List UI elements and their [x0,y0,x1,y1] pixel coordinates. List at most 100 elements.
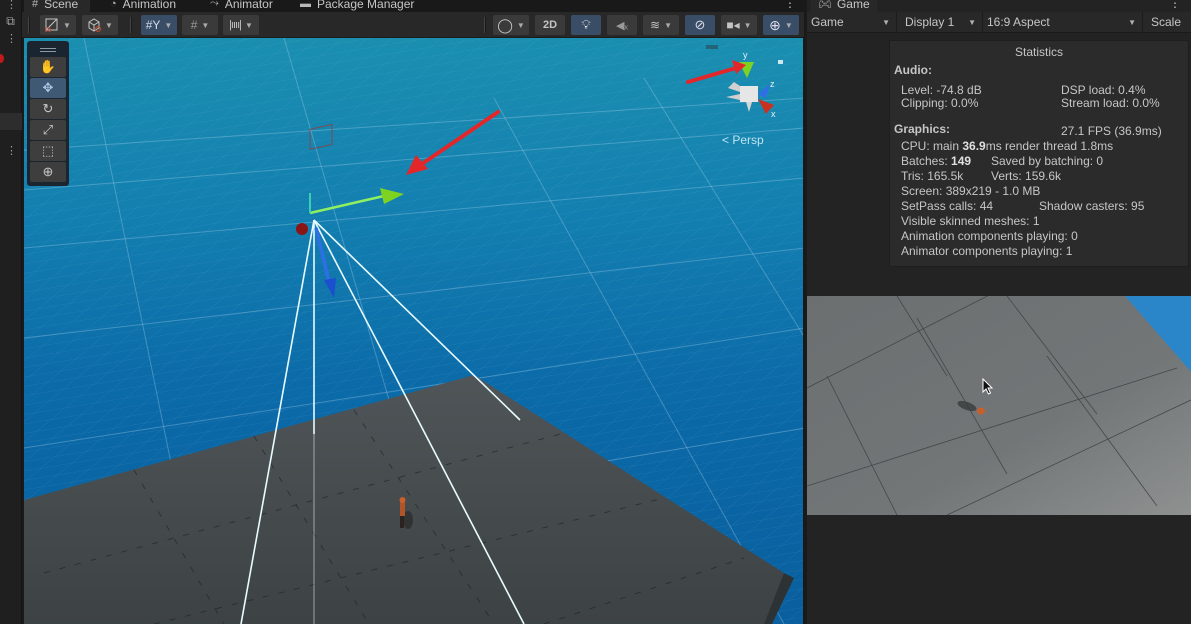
chevron-down-icon: ▼ [1128,17,1136,27]
verts-count: Verts: 159.6k [991,169,1062,183]
tab-label: Package Manager [317,0,415,11]
camera-object[interactable] [296,223,308,235]
maximize-icon[interactable]: ⧉ [3,14,18,29]
chevron-down-icon: ▼ [245,20,253,30]
lightbulb-icon: 💡︎ [581,17,591,32]
tab-label: Scene [44,0,79,11]
sphere-shading-icon: ◯ [497,16,513,33]
grid-hash-icon: # [32,0,39,10]
chevron-down-icon: ▼ [105,20,113,30]
transform-tool-button[interactable]: ⊕ [30,162,66,182]
game-mode-select[interactable]: Game ▼ [807,11,897,33]
chevron-down-icon: ▼ [164,20,173,30]
visible-skinned-meshes: Visible skinned meshes: 1 [901,214,1040,228]
tab-label: Animation [122,0,177,11]
tab-package-manager[interactable]: ▬ Package Manager [292,0,422,12]
grid-visibility-dropdown[interactable]: #Y ▼ [141,15,177,35]
chevron-down-icon: ▼ [882,17,890,27]
cpu-prefix: CPU: main [901,139,963,153]
select-value: Display 1 [905,15,955,29]
rect-tool-button[interactable]: ⬚ [30,141,66,161]
toolbar-separator [130,17,132,33]
audio-clipping: Clipping: 0.0% [901,96,979,110]
rect-icon: ⬚ [41,143,55,158]
tab-scene[interactable]: # Scene [24,0,90,12]
audio-toggle[interactable]: ◀ₓ [607,15,637,35]
statistics-title: Statistics [1014,45,1063,59]
hand-tool-button[interactable]: ✋ [30,57,66,77]
increment-snapping-dropdown[interactable]: |ıııı| ▼ [223,15,259,35]
effects-dropdown[interactable]: ≋ ▼ [643,15,679,35]
animation-components: Animation components playing: 0 [901,229,1078,243]
mouse-cursor-icon [982,378,994,395]
audio-mute-icon: ◀ₓ [615,19,629,32]
grid-snapping-dropdown[interactable]: # ▼ [182,15,218,35]
cpu-main-value: 36.9 [962,139,986,153]
batches-value: 149 [951,154,972,168]
chevron-down-icon: ▼ [516,20,525,30]
tab-menu-icon[interactable]: ⋮ [1169,0,1181,10]
gizmos-dropdown[interactable]: ⊕ ▼ [763,15,799,35]
tab-label: Game [836,0,870,11]
aspect-select[interactable]: 16:9 Aspect ▼ [983,11,1143,33]
game-toolbar: Game ▼ Display 1 ▼ 16:9 Aspect ▼ Scale [807,11,1191,33]
gizmos-globe-icon: ⊕ [769,16,781,33]
hidden-objects-toggle[interactable]: ⊘ [685,15,715,35]
panel-menu-icon[interactable]: ⋮ [6,0,17,11]
drag-handle-icon[interactable] [30,43,66,57]
tab-game[interactable]: 🎮︎ Game [811,0,877,12]
ruler-icon: |ıııı| [229,19,242,31]
rotate-icon: ↻ [42,101,54,116]
camera-settings-dropdown[interactable]: ■◂ ▼ [721,15,757,35]
chevron-down-icon: ▼ [784,20,793,30]
effects-layers-icon: ≋ [650,18,661,32]
audio-level: Level: -74.8 dB [901,83,982,97]
game-player-character[interactable] [977,407,985,415]
chevron-down-icon: ▼ [968,17,976,27]
gizmo-x-label: x [771,109,776,119]
shading-mode-dropdown[interactable]: ◯ ▼ [493,15,529,35]
shaded-draw-mode-icon [45,18,58,32]
tab-menu-icon[interactable]: ⋮ [784,0,796,10]
render-mode-dropdown[interactable]: ▼ [82,15,118,35]
game-panel: 🎮︎ Game ⋮ Game ▼ Display 1 ▼ 16:9 Aspect… [805,0,1191,624]
selected-row[interactable] [0,113,22,130]
gizmo-z-cone[interactable] [758,84,770,98]
graphics-section-label: Graphics: [894,122,951,136]
transform-icon: ⊕ [42,164,54,179]
move-tool-button[interactable]: ✥ [30,78,66,98]
game-view-render[interactable] [807,296,1191,515]
chevron-down-icon: ▼ [201,20,210,30]
animator-branch-icon: ⤳ [210,0,219,9]
toolbar-separator [28,17,30,33]
scene-toolbar: ▼ ▼ #Y ▼ # ▼ |ıııı| ▼ ◯ ▼ 2D 💡︎ ◀ₓ ≋ ▼ ⊘… [22,12,804,38]
fps-readout: 27.1 FPS (36.9ms) [1061,124,1162,138]
scene-view[interactable]: ✋ ✥ ↻ ⤢ ⬚ ⊕ y z x < Persp [22,38,803,624]
projection-toggle[interactable]: < Persp [722,133,764,147]
draw-mode-dropdown[interactable]: ▼ [40,15,76,35]
lighting-toggle[interactable]: 💡︎ [571,15,601,35]
tab-animator[interactable]: ⤳ Animator [202,0,281,12]
display-select[interactable]: Display 1 ▼ [897,11,983,33]
tab-animation[interactable]: ◔ Animation [102,0,184,12]
scale-tool-button[interactable]: ⤢ [30,120,66,140]
scale-slider[interactable]: Scale [1143,12,1191,33]
render-cube-icon [88,18,101,32]
chevron-down-icon: ▼ [664,20,672,30]
gizmo-lock-icon[interactable] [778,60,783,64]
cpu-suffix: ms render thread 1.8ms [985,139,1114,153]
rotate-tool-button[interactable]: ↻ [30,99,66,119]
screen-size: Screen: 389x219 - 1.0 MB [901,184,1041,198]
select-value: 16:9 Aspect [987,15,1050,29]
dsp-load: DSP load: 0.4% [1061,83,1146,97]
panel-menu-icon[interactable]: ⋮ [6,146,17,157]
gizmo-center-cube[interactable] [740,86,758,102]
game-render-canvas [807,296,1191,515]
annotation-arrow-gizmo [686,60,746,84]
panel-menu-icon[interactable]: ⋮ [6,34,17,45]
chevron-down-icon: ▼ [63,20,71,30]
batches-prefix: Batches: [901,154,952,168]
toggle-2d-button[interactable]: 2D [535,15,565,35]
toolbar-separator [484,17,486,33]
animator-components: Animator components playing: 1 [901,244,1073,258]
